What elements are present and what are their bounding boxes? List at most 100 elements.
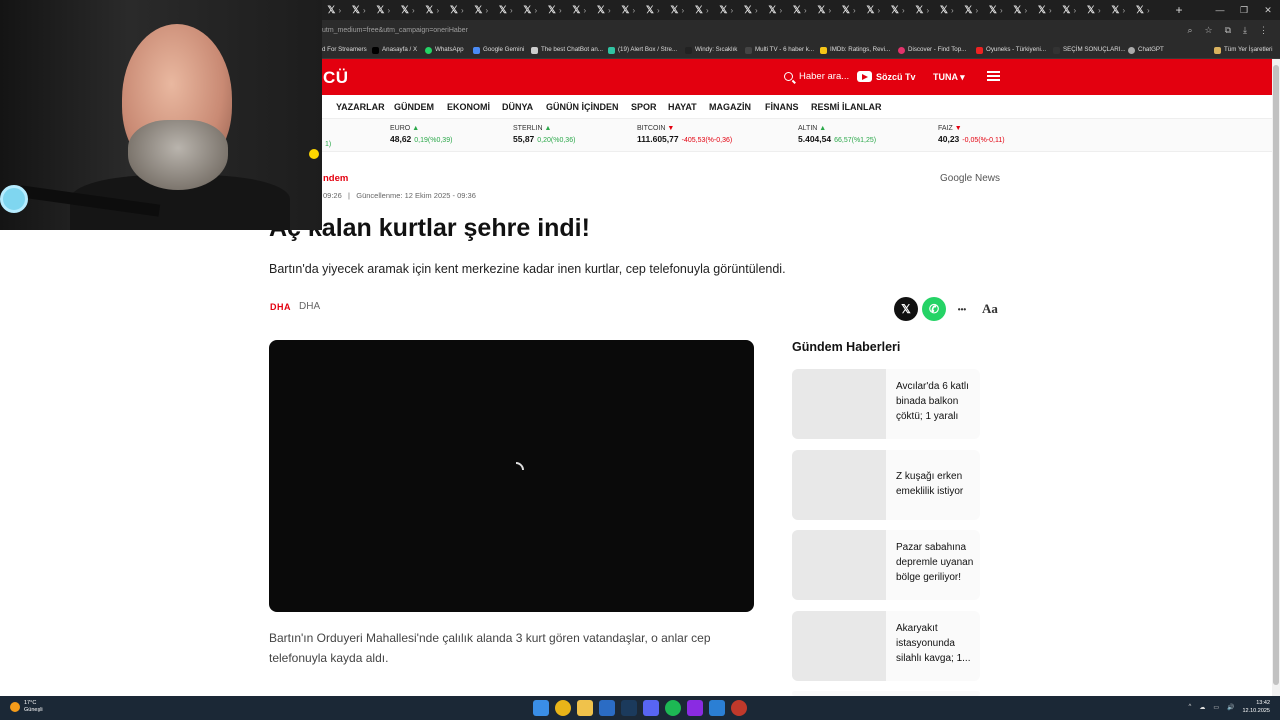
share-x-button[interactable]: 𝕏 bbox=[894, 297, 918, 321]
browser-tab[interactable]: 𝕏 › bbox=[1131, 0, 1156, 20]
share-whatsapp-button[interactable]: ✆ bbox=[922, 297, 946, 321]
tab-close-icon[interactable]: › bbox=[436, 6, 439, 15]
browser-tab[interactable]: 𝕏 › bbox=[984, 0, 1009, 20]
ticker-item[interactable]: ALTIN ▲ 5.404,54 66,57(%1,25) bbox=[798, 125, 876, 144]
nav-item[interactable]: GÜNDEM bbox=[394, 102, 434, 112]
spotify-icon[interactable] bbox=[665, 700, 681, 716]
share-more-button[interactable]: ••• bbox=[950, 297, 974, 321]
tray-expand-icon[interactable]: ^ bbox=[1188, 704, 1191, 710]
discord-icon[interactable] bbox=[643, 700, 659, 716]
bookmark-item[interactable]: Multi TV - 6 haber k... bbox=[745, 44, 814, 56]
nav-item[interactable]: SPOR bbox=[631, 102, 657, 112]
category-link[interactable]: ndem bbox=[323, 173, 348, 184]
browser-tab[interactable]: 𝕏 › bbox=[665, 0, 690, 20]
bookmark-item[interactable]: WhatsApp bbox=[425, 44, 464, 56]
tab-close-icon[interactable]: › bbox=[657, 6, 660, 15]
app-icon[interactable] bbox=[731, 700, 747, 716]
browser-tab[interactable]: 𝕏 › bbox=[494, 0, 519, 20]
ticker-item[interactable]: STERLIN ▲ 55,87 0,20(%0,36) bbox=[513, 125, 575, 144]
bookmark-item[interactable]: SEÇİM SONUÇLARI... bbox=[1053, 44, 1126, 56]
browser-tab[interactable]: 𝕏 › bbox=[739, 0, 764, 20]
tab-close-icon[interactable]: › bbox=[681, 6, 684, 15]
bookmark-item[interactable]: ChatGPT bbox=[1128, 44, 1164, 56]
app-icon[interactable] bbox=[709, 700, 725, 716]
bookmark-item[interactable]: (19) Alert Box / Stre... bbox=[608, 44, 677, 56]
user-menu[interactable]: TUNA ▾ bbox=[933, 72, 965, 83]
sidebar-news-card[interactable]: Avcılar'da 6 katlı binada balkon çöktü; … bbox=[792, 369, 980, 439]
bookmark-item[interactable]: Google Gemini bbox=[473, 44, 524, 56]
close-window-button[interactable]: ✕ bbox=[1256, 0, 1280, 20]
tab-close-icon[interactable]: › bbox=[926, 6, 929, 15]
nav-item[interactable]: EKONOMİ bbox=[447, 102, 490, 112]
ticker-item[interactable]: EURO ▲ 48,62 0,19(%0,39) bbox=[390, 125, 452, 144]
tab-close-icon[interactable]: › bbox=[559, 6, 562, 15]
tab-close-icon[interactable]: › bbox=[534, 6, 537, 15]
clock[interactable]: 13:42 12.10.2025 bbox=[1242, 699, 1270, 715]
minimize-button[interactable]: — bbox=[1208, 0, 1232, 20]
browser-tab[interactable]: 𝕏 › bbox=[690, 0, 715, 20]
tab-close-icon[interactable]: › bbox=[853, 6, 856, 15]
chrome-icon[interactable] bbox=[555, 700, 571, 716]
nav-item[interactable]: FİNANS bbox=[765, 102, 799, 112]
file-explorer-icon[interactable] bbox=[577, 700, 593, 716]
hamburger-menu-icon[interactable] bbox=[987, 71, 1000, 81]
browser-tab[interactable]: 𝕏 › bbox=[837, 0, 862, 20]
browser-tab[interactable]: 𝕏 › bbox=[1033, 0, 1058, 20]
app-icon[interactable] bbox=[687, 700, 703, 716]
zoom-icon[interactable]: ⌕ bbox=[1187, 23, 1192, 37]
browser-tab[interactable]: 𝕏 › bbox=[347, 0, 372, 20]
ticker-item[interactable]: BITCOIN ▼ 111.605,77 -405,53(%-0,36) bbox=[637, 125, 732, 144]
tab-close-icon[interactable]: › bbox=[755, 6, 758, 15]
tab-close-icon[interactable]: › bbox=[461, 6, 464, 15]
font-size-button[interactable]: Aa bbox=[978, 297, 1002, 321]
cloud-icon[interactable]: ☁ bbox=[1199, 704, 1205, 711]
tab-close-icon[interactable]: › bbox=[412, 6, 415, 15]
browser-tab[interactable]: 𝕏 › bbox=[322, 0, 347, 20]
tab-close-icon[interactable]: › bbox=[338, 6, 341, 15]
tab-close-icon[interactable]: › bbox=[902, 6, 905, 15]
bookmark-item[interactable]: Windy: Sıcaklık bbox=[685, 44, 737, 56]
browser-tab[interactable]: 𝕏 › bbox=[469, 0, 494, 20]
browser-tab[interactable]: 𝕏 › bbox=[543, 0, 568, 20]
browser-tab[interactable]: 𝕏 › bbox=[1082, 0, 1107, 20]
browser-tab[interactable]: 𝕏 › bbox=[1057, 0, 1082, 20]
page-scrollbar[interactable] bbox=[1272, 59, 1280, 696]
all-bookmarks[interactable]: Tüm Yer İşaretleri bbox=[1214, 44, 1273, 56]
browser-tab[interactable]: 𝕏 › bbox=[1008, 0, 1033, 20]
browser-tab[interactable]: 𝕏 › bbox=[788, 0, 813, 20]
nav-item[interactable]: GÜNÜN İÇİNDEN bbox=[546, 102, 619, 112]
menu-icon[interactable]: ⋮ bbox=[1259, 23, 1268, 37]
source-name[interactable]: DHA bbox=[299, 301, 320, 312]
tab-close-icon[interactable]: › bbox=[632, 6, 635, 15]
google-news-link[interactable]: Google News bbox=[940, 173, 1000, 184]
tab-close-icon[interactable]: › bbox=[363, 6, 366, 15]
browser-tab[interactable]: 𝕏 › bbox=[371, 0, 396, 20]
tab-close-icon[interactable]: › bbox=[1049, 6, 1052, 15]
sozcu-tv-link[interactable]: Sözcü Tv bbox=[857, 71, 916, 82]
browser-tab[interactable]: 𝕏 › bbox=[567, 0, 592, 20]
tab-close-icon[interactable]: › bbox=[1147, 6, 1150, 15]
tab-close-icon[interactable]: › bbox=[510, 6, 513, 15]
browser-tab[interactable]: 𝕏 › bbox=[714, 0, 739, 20]
tab-close-icon[interactable]: › bbox=[779, 6, 782, 15]
tab-close-icon[interactable]: › bbox=[828, 6, 831, 15]
tab-close-icon[interactable]: › bbox=[1000, 6, 1003, 15]
nav-item[interactable]: MAGAZİN bbox=[709, 102, 751, 112]
browser-tab[interactable]: 𝕏 › bbox=[763, 0, 788, 20]
bookmark-item[interactable]: IMDb: Ratings, Revi... bbox=[820, 44, 890, 56]
browser-tab[interactable]: 𝕏 › bbox=[420, 0, 445, 20]
tab-close-icon[interactable]: › bbox=[1024, 6, 1027, 15]
tab-close-icon[interactable]: › bbox=[583, 6, 586, 15]
browser-tab[interactable]: 𝕏 › bbox=[959, 0, 984, 20]
tab-close-icon[interactable]: › bbox=[1073, 6, 1076, 15]
nav-item[interactable]: HAYAT bbox=[668, 102, 697, 112]
browser-tab[interactable]: 𝕏 › bbox=[886, 0, 911, 20]
tab-close-icon[interactable]: › bbox=[1122, 6, 1125, 15]
extensions-icon[interactable]: ⧉ bbox=[1225, 23, 1231, 37]
bookmark-item[interactable]: Oyuneks - Türkiyeni... bbox=[976, 44, 1046, 56]
tab-close-icon[interactable]: › bbox=[387, 6, 390, 15]
tab-close-icon[interactable]: › bbox=[975, 6, 978, 15]
tab-close-icon[interactable]: › bbox=[608, 6, 611, 15]
bookmark-item[interactable]: d For Streamers bbox=[322, 44, 367, 56]
tab-close-icon[interactable]: › bbox=[951, 6, 954, 15]
